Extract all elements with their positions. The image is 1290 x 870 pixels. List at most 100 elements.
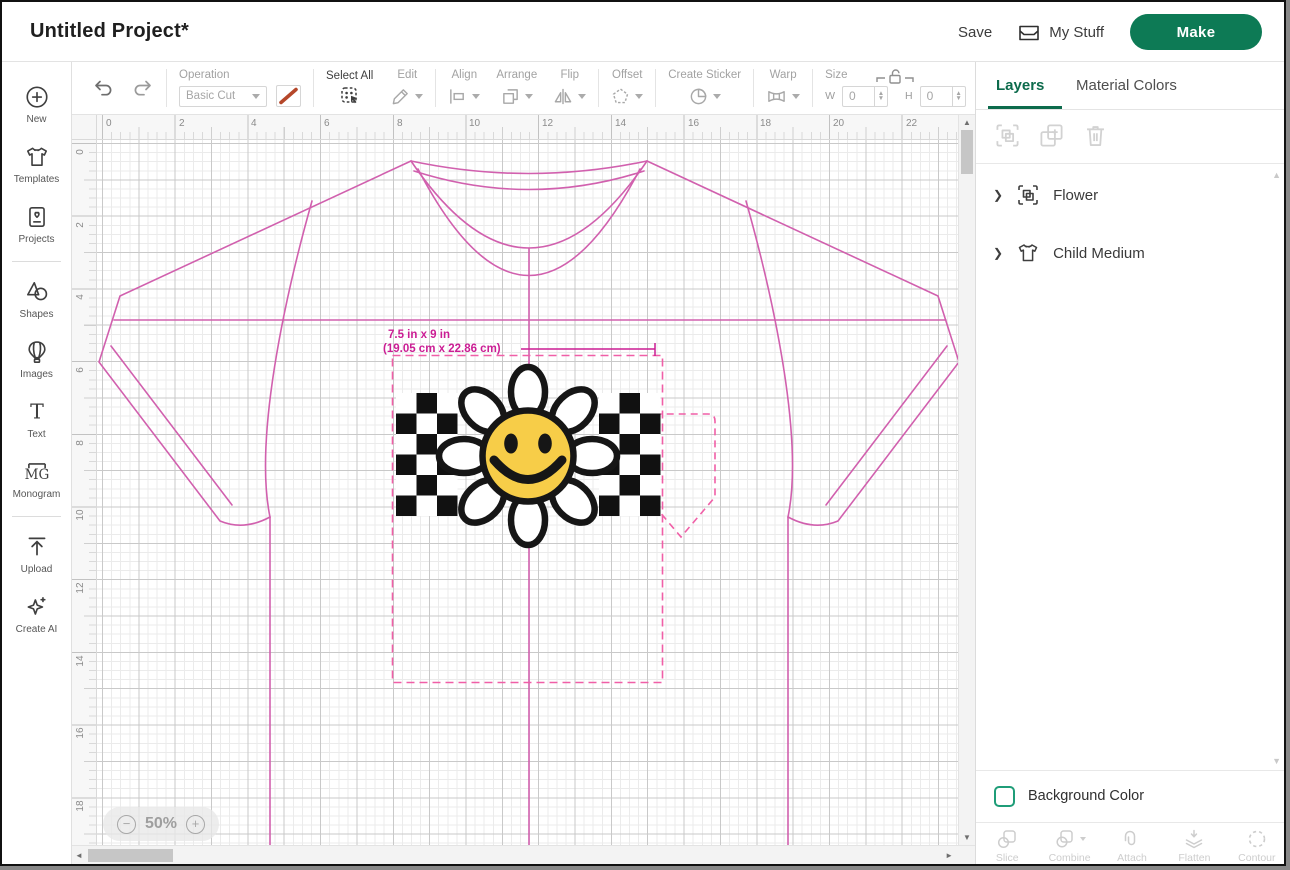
- sidebar-item-create-ai[interactable]: Create AI: [2, 584, 71, 644]
- contour-button[interactable]: Contour: [1226, 823, 1286, 866]
- flatten-icon: [1183, 828, 1205, 850]
- redo-button[interactable]: [131, 78, 154, 99]
- width-prefix: W: [825, 90, 835, 102]
- attach-button[interactable]: Attach: [1101, 823, 1163, 866]
- toolbar-divider: [313, 69, 314, 107]
- horizontal-scrollbar[interactable]: ◄ ►: [72, 845, 975, 864]
- envelope-icon: [1018, 23, 1040, 42]
- list-scroll-down-icon[interactable]: ▼: [1272, 756, 1281, 766]
- tab-material-colors[interactable]: Material Colors: [1076, 77, 1177, 94]
- app-window: Untitled Project* Save My Stuff Make New…: [0, 0, 1286, 866]
- sidebar-item-monogram[interactable]: MG Monogram: [2, 449, 71, 509]
- arrange-group[interactable]: Arrange: [496, 69, 537, 107]
- ruler-label: 8: [397, 118, 403, 129]
- sidebar-item-images[interactable]: Images: [2, 329, 71, 389]
- tab-layers[interactable]: Layers: [996, 77, 1044, 94]
- size-group: Size W 0 ▲▼ H 0 ▲▼: [825, 69, 966, 107]
- ruler-label: 16: [75, 724, 87, 742]
- sidebar-item-templates[interactable]: Templates: [2, 134, 71, 194]
- sidebar-item-upload[interactable]: Upload: [2, 524, 71, 584]
- contour-icon: [1246, 828, 1268, 850]
- scroll-right-arrow[interactable]: ►: [945, 851, 953, 860]
- combine-button[interactable]: Combine: [1038, 823, 1100, 866]
- balloon-icon: [24, 339, 50, 365]
- offset-label: Offset: [612, 69, 642, 81]
- vertical-scrollbar[interactable]: ▲ ▼: [958, 115, 975, 845]
- operation-dropdown[interactable]: Basic Cut: [179, 86, 267, 107]
- select-all-label: Select All: [326, 70, 373, 82]
- lock-open-icon[interactable]: [875, 68, 915, 84]
- height-stepper[interactable]: ▲▼: [952, 87, 965, 106]
- combine-icon-wrap: [1054, 828, 1086, 850]
- vertical-scroll-thumb[interactable]: [961, 130, 973, 174]
- sidebar-item-new[interactable]: New: [2, 74, 71, 134]
- toolbar-divider: [753, 69, 754, 107]
- chevron-right-icon[interactable]: ❯: [993, 246, 1003, 260]
- sidebar-item-shapes[interactable]: Shapes: [2, 269, 71, 329]
- offset-icon: [611, 87, 630, 106]
- delete-button[interactable]: [1082, 122, 1109, 149]
- duplicate-button[interactable]: [1038, 122, 1065, 149]
- width-input[interactable]: 0 ▲▼: [842, 86, 888, 107]
- left-sidebar: New Templates Projects Shapes Images T T…: [2, 62, 72, 866]
- sidebar-item-text[interactable]: T Text: [2, 389, 71, 449]
- ruler-label: 2: [75, 216, 87, 234]
- canvas-region: 0 2 4 6 8 10 12 14 16 18 20 22 0 2 4 6 8…: [72, 115, 975, 866]
- ruler-label: 10: [469, 118, 480, 129]
- flatten-button[interactable]: Flatten: [1163, 823, 1225, 866]
- header-actions: Save My Stuff Make: [958, 2, 1262, 62]
- my-stuff-label: My Stuff: [1049, 24, 1104, 41]
- svg-text:MG: MG: [24, 467, 49, 483]
- ruler-label: 4: [251, 118, 257, 129]
- scroll-up-arrow[interactable]: ▲: [963, 118, 971, 127]
- warp-icon: [766, 87, 787, 106]
- sparkle-icon: [24, 594, 50, 620]
- scroll-down-arrow[interactable]: ▼: [963, 833, 971, 842]
- select-all-group[interactable]: Select All: [326, 70, 373, 106]
- chevron-right-icon[interactable]: ❯: [993, 188, 1003, 202]
- create-sticker-group[interactable]: Create Sticker: [668, 69, 741, 107]
- zoom-in-button[interactable]: +: [186, 815, 205, 834]
- design-canvas[interactable]: 7.5 in x 9 in (19.05 cm x 22.86 cm) − 50…: [97, 140, 958, 845]
- save-button[interactable]: Save: [958, 24, 992, 41]
- layer-row-flower[interactable]: ❯ Flower: [976, 166, 1286, 224]
- make-button[interactable]: Make: [1130, 14, 1262, 50]
- width-stepper[interactable]: ▲▼: [874, 87, 887, 106]
- combine-icon: [1054, 828, 1076, 850]
- align-group[interactable]: Align: [448, 69, 480, 107]
- edit-group[interactable]: Edit: [391, 69, 423, 107]
- ruler-label: 20: [833, 118, 844, 129]
- edit-toolbar: Operation Basic Cut Select All Edit: [72, 62, 975, 115]
- warp-group[interactable]: Warp: [766, 69, 800, 107]
- horizontal-scroll-thumb[interactable]: [88, 849, 173, 862]
- group-button[interactable]: [994, 122, 1021, 149]
- scroll-left-arrow[interactable]: ◄: [75, 851, 83, 860]
- background-color-swatch[interactable]: [994, 786, 1015, 807]
- ruler-label: 16: [688, 118, 699, 129]
- toolbar-divider: [655, 69, 656, 107]
- attach-label: Attach: [1117, 852, 1147, 864]
- flower-design[interactable]: [396, 367, 661, 545]
- height-input[interactable]: 0 ▲▼: [920, 86, 966, 107]
- sidebar-label: New: [26, 114, 46, 125]
- zoom-out-button[interactable]: −: [117, 815, 136, 834]
- ruler-label: 18: [760, 118, 771, 129]
- offset-group[interactable]: Offset: [611, 69, 643, 107]
- tshirt-icon: [24, 144, 50, 170]
- flip-group[interactable]: Flip: [553, 69, 586, 107]
- operation-color-swatch[interactable]: [276, 85, 301, 107]
- my-stuff-button[interactable]: My Stuff: [1018, 23, 1104, 42]
- upload-icon: [24, 534, 50, 560]
- slice-icon: [996, 828, 1018, 850]
- slice-button[interactable]: Slice: [976, 823, 1038, 866]
- height-value: 0: [921, 87, 952, 106]
- ruler-corner: [72, 115, 97, 140]
- tshirt-layer-icon: [1016, 241, 1040, 265]
- layer-name: Child Medium: [1053, 245, 1145, 262]
- undo-button[interactable]: [92, 78, 115, 99]
- layer-row-child-medium[interactable]: ❯ Child Medium: [976, 224, 1286, 282]
- shapes-icon: [24, 279, 50, 305]
- sidebar-item-projects[interactable]: Projects: [2, 194, 71, 254]
- layer-operations-bar: Slice Combine Attach Flatten Contour: [976, 822, 1286, 866]
- layer-actions-row: [994, 122, 1109, 149]
